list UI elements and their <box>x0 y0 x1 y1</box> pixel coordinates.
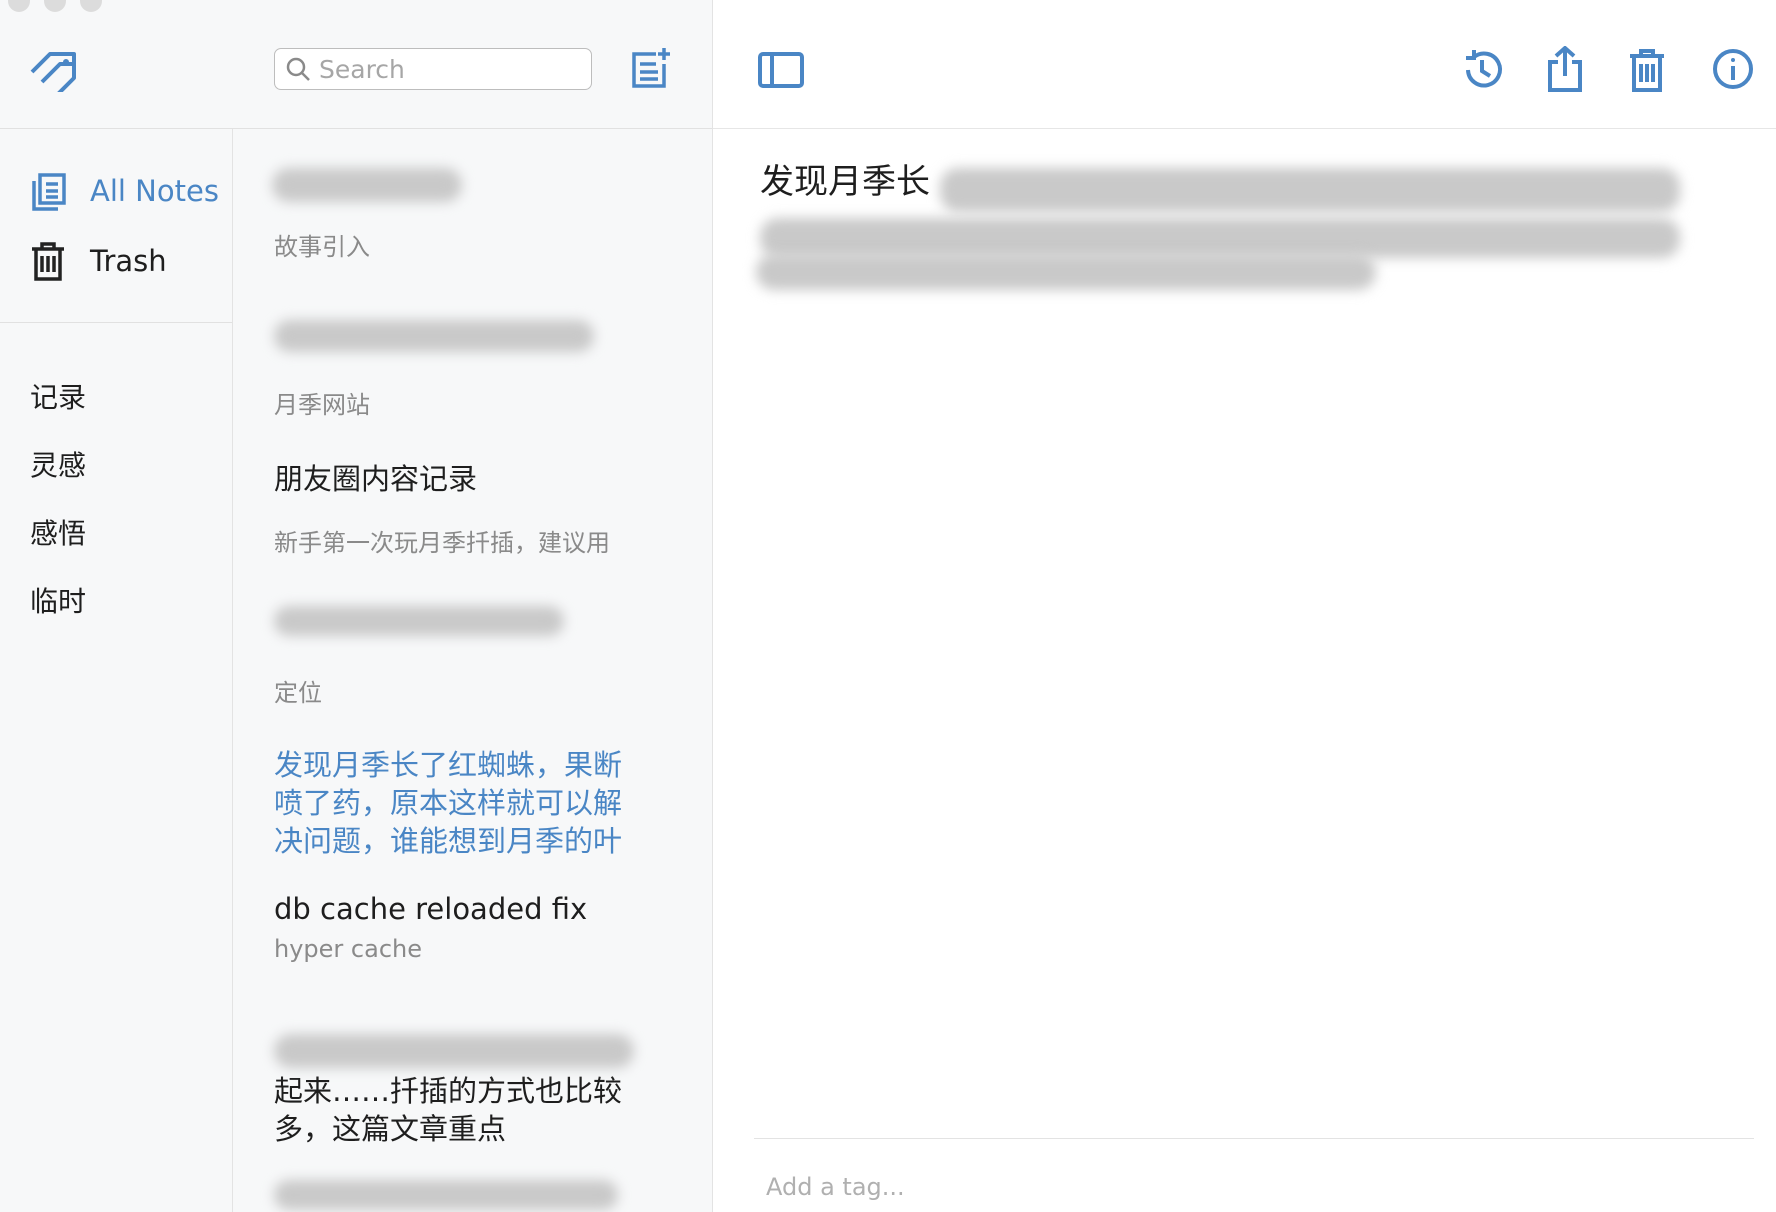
note-title: 起来……扦插的方式也比较多，这篇文章重点 <box>274 1074 623 1146</box>
note-subtitle: hyper cache <box>274 935 422 963</box>
note-list-item[interactable]: 月季网站 <box>274 320 674 420</box>
search-box[interactable] <box>274 48 592 90</box>
note-list-item[interactable]: db cache reloaded fix hyper cache <box>274 890 674 964</box>
tags-toggle-icon[interactable] <box>28 48 80 92</box>
note-body-text: 发现月季长 <box>760 162 930 202</box>
zoom-window-button[interactable] <box>80 0 102 12</box>
delete-note-icon[interactable] <box>1628 48 1666 92</box>
minimize-window-button[interactable] <box>44 0 66 12</box>
note-subtitle: 月季网站 <box>274 391 370 419</box>
tag-item[interactable]: 灵感 <box>30 444 86 484</box>
redacted-title <box>272 168 462 202</box>
note-list-item-selected[interactable]: 发现月季长了红蜘蛛，果断喷了药，原本这样就可以解决问题，谁能想到月季的叶 <box>274 746 646 860</box>
note-list-item[interactable]: 朋友圈内容记录 新手第一次玩月季扦插，建议用 <box>274 460 674 558</box>
search-input[interactable] <box>317 53 581 85</box>
info-icon[interactable] <box>1712 48 1754 90</box>
redacted-body-line <box>760 218 1680 258</box>
note-title: 发现月季长了红蜘蛛，果断喷了药，原本这样就可以解决问题，谁能想到月季的叶 <box>274 748 623 858</box>
redacted-title <box>274 320 594 352</box>
editor-divider <box>754 1138 1754 1139</box>
window-controls <box>8 0 102 12</box>
note-subtitle: 新手第一次玩月季扦插，建议用 <box>274 529 610 557</box>
close-window-button[interactable] <box>8 0 30 12</box>
share-icon[interactable] <box>1546 46 1584 92</box>
redacted-body-line <box>940 168 1680 212</box>
new-note-icon[interactable] <box>630 46 672 88</box>
redacted-title <box>274 606 564 636</box>
note-title: db cache reloaded fix <box>274 892 588 926</box>
tag-item[interactable]: 临时 <box>30 580 86 620</box>
note-list-item[interactable]: 起来……扦插的方式也比较多，这篇文章重点 <box>274 1034 646 1148</box>
redacted-body-line <box>756 254 1376 290</box>
sidebar-item-label: Trash <box>90 244 167 278</box>
add-tag-input[interactable] <box>764 1166 1268 1208</box>
editor-toolbar <box>713 0 1776 129</box>
note-subtitle: 故事引入 <box>274 233 370 261</box>
tag-item[interactable]: 感悟 <box>30 512 86 552</box>
note-subtitle: 定位 <box>274 679 322 707</box>
sidebar-toggle-icon[interactable] <box>758 52 804 88</box>
trash-icon <box>30 241 66 281</box>
note-list-item[interactable]: 故事引入 <box>272 168 674 262</box>
sidebar-divider <box>0 322 232 323</box>
sidebar-item-all-notes[interactable]: All Notes <box>30 166 219 216</box>
notes-icon <box>30 171 66 211</box>
note-list-item[interactable]: 定位 <box>274 606 674 708</box>
note-title: 朋友圈内容记录 <box>274 462 478 496</box>
sidebar-item-label: All Notes <box>90 174 219 208</box>
redacted-note-title <box>274 1180 618 1210</box>
history-icon[interactable] <box>1460 48 1504 92</box>
sidebar-item-trash[interactable]: Trash <box>30 236 167 286</box>
tag-item[interactable]: 记录 <box>30 376 86 416</box>
search-icon <box>285 56 311 82</box>
redacted-title <box>274 1034 634 1068</box>
